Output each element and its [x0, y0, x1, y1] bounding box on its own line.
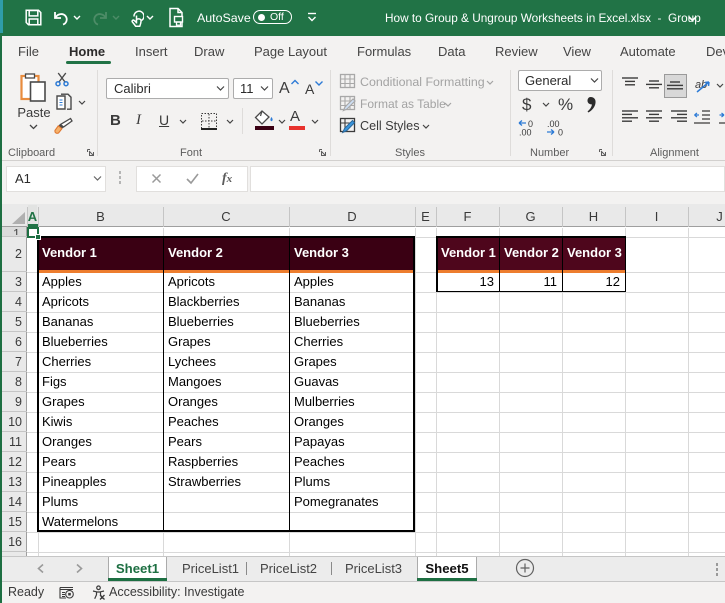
svg-text:.00: .00: [519, 128, 532, 137]
svg-text:0: 0: [558, 128, 563, 137]
